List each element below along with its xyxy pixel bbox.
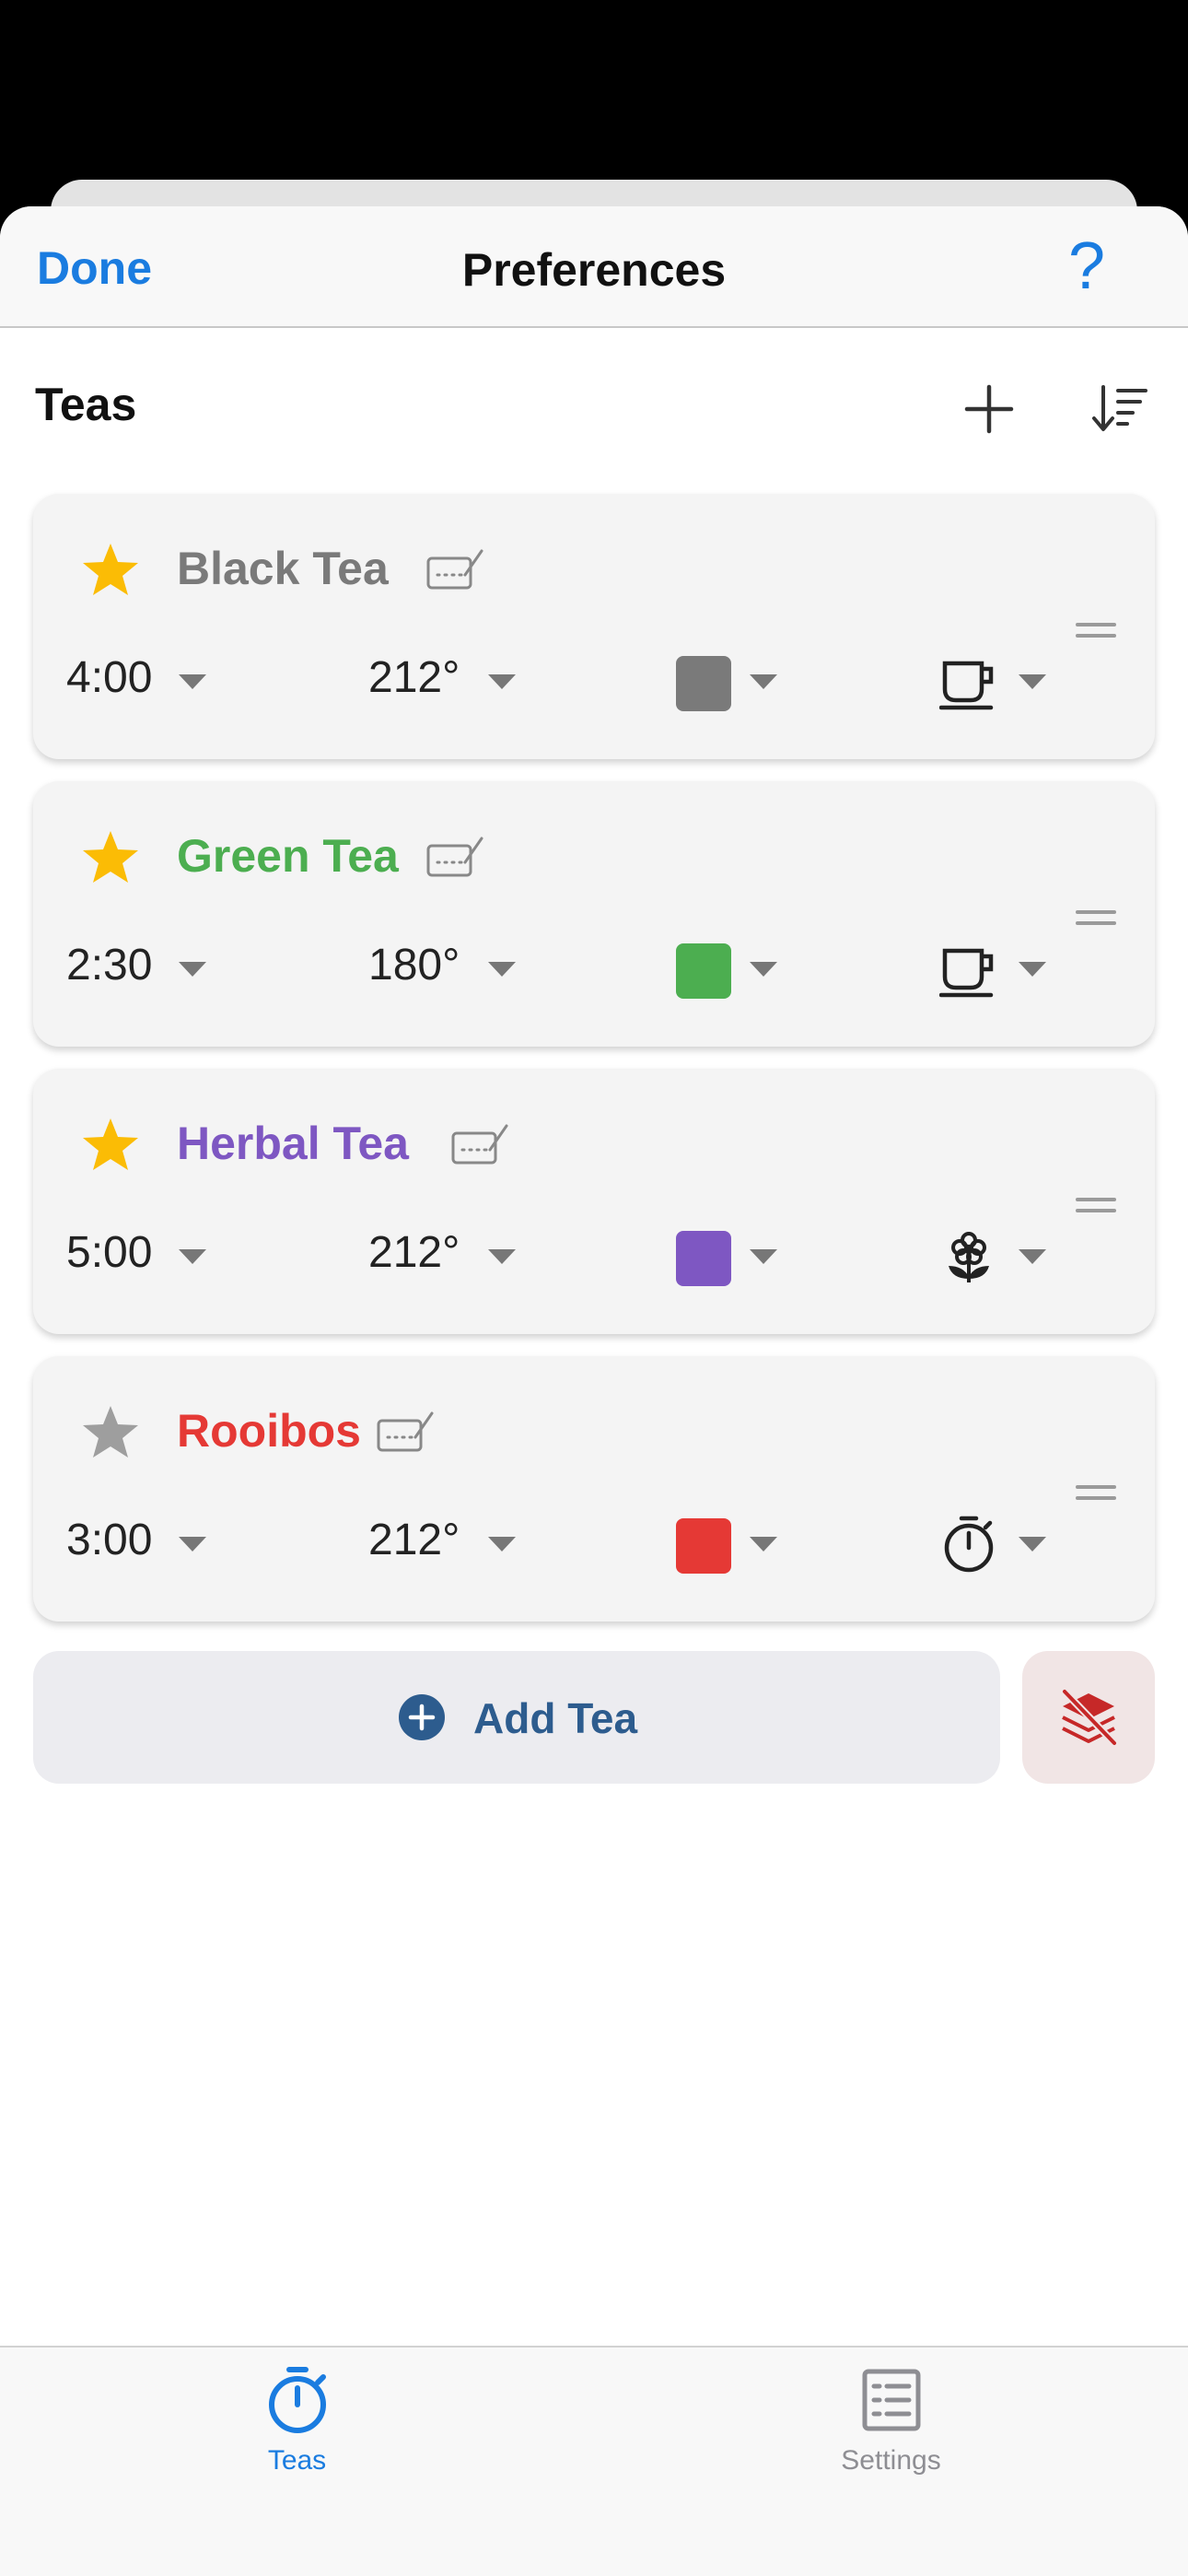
drag-handle-icon[interactable] — [1076, 1196, 1116, 1214]
chevron-down-icon[interactable] — [750, 1249, 777, 1264]
tab-teas[interactable]: Teas — [0, 2348, 594, 2576]
tab-settings[interactable]: Settings — [594, 2348, 1188, 2576]
flower-icon[interactable] — [939, 1227, 998, 1286]
chevron-down-icon[interactable] — [488, 1537, 516, 1551]
help-button[interactable]: ? — [1068, 228, 1105, 304]
temperature-dropdown[interactable] — [488, 781, 516, 1047]
chevron-down-icon[interactable] — [750, 1537, 777, 1551]
star-icon[interactable] — [81, 827, 140, 886]
star-icon[interactable] — [81, 1115, 140, 1174]
steep-time-dropdown[interactable] — [179, 1069, 206, 1334]
color-dropdown[interactable] — [750, 781, 777, 1047]
chevron-down-icon[interactable] — [750, 674, 777, 689]
temperature-dropdown[interactable] — [488, 1069, 516, 1334]
sort-icon[interactable] — [1090, 381, 1149, 437]
steep-time-value[interactable]: 3:00 — [66, 1515, 152, 1565]
color-swatch[interactable] — [676, 656, 731, 711]
chevron-down-icon[interactable] — [1019, 962, 1046, 977]
color-dropdown[interactable] — [750, 1356, 777, 1622]
type-dropdown[interactable] — [1019, 1069, 1046, 1334]
chevron-down-icon[interactable] — [1019, 674, 1046, 689]
cup-icon[interactable] — [939, 940, 998, 999]
drag-handle-icon[interactable] — [1076, 621, 1116, 639]
chevron-down-icon[interactable] — [1019, 1249, 1046, 1264]
plus-icon[interactable] — [961, 381, 1017, 437]
star-icon[interactable] — [81, 1402, 140, 1461]
cup-icon[interactable] — [939, 652, 998, 711]
chevron-down-icon[interactable] — [488, 674, 516, 689]
tea-card: Rooibos 3:00 212° — [33, 1356, 1155, 1622]
type-dropdown[interactable] — [1019, 494, 1046, 759]
steep-time-dropdown[interactable] — [179, 781, 206, 1047]
chevron-down-icon[interactable] — [179, 962, 206, 977]
add-tea-button[interactable]: Add Tea — [33, 1651, 1000, 1784]
preferences-sheet: Done Preferences ? Teas Black Tea 4:00 212… — [0, 206, 1188, 2576]
navigation-bar: Done Preferences ? — [0, 206, 1188, 328]
color-dropdown[interactable] — [750, 1069, 777, 1334]
steep-time-value[interactable]: 2:30 — [66, 940, 152, 990]
steep-time-value[interactable]: 5:00 — [66, 1227, 152, 1278]
temperature-dropdown[interactable] — [488, 1356, 516, 1622]
star-icon[interactable] — [81, 540, 140, 599]
chevron-down-icon[interactable] — [179, 1249, 206, 1264]
list-icon — [862, 2369, 921, 2431]
chevron-down-icon[interactable] — [179, 674, 206, 689]
chevron-down-icon[interactable] — [1019, 1537, 1046, 1551]
tea-name: Herbal Tea — [177, 1118, 409, 1169]
timer-icon[interactable] — [939, 1515, 998, 1574]
edit-name-icon[interactable] — [426, 835, 483, 881]
tea-name: Black Tea — [177, 543, 389, 594]
temperature-value[interactable]: 212° — [368, 1227, 460, 1278]
add-tea-label: Add Tea — [473, 1694, 638, 1742]
type-dropdown[interactable] — [1019, 781, 1046, 1047]
page-title: Preferences — [461, 244, 727, 296]
plus-circle-icon — [399, 1694, 445, 1740]
temperature-value[interactable]: 212° — [368, 652, 460, 703]
steep-time-value[interactable]: 4:00 — [66, 652, 152, 703]
color-swatch[interactable] — [676, 1518, 731, 1574]
temperature-value[interactable]: 180° — [368, 940, 460, 990]
chevron-down-icon[interactable] — [488, 1249, 516, 1264]
color-dropdown[interactable] — [750, 494, 777, 759]
edit-name-icon[interactable] — [426, 547, 483, 593]
steep-time-dropdown[interactable] — [179, 1356, 206, 1622]
edit-name-icon[interactable] — [377, 1410, 434, 1456]
type-dropdown[interactable] — [1019, 1356, 1046, 1622]
tea-card: Green Tea 2:30 180° — [33, 781, 1155, 1047]
stack-slash-icon — [1061, 1688, 1118, 1747]
color-swatch[interactable] — [676, 1231, 731, 1286]
delete-all-button[interactable] — [1022, 1651, 1155, 1784]
temperature-value[interactable]: 212° — [368, 1515, 460, 1565]
tea-card: Herbal Tea 5:00 212° — [33, 1069, 1155, 1334]
drag-handle-icon[interactable] — [1076, 1483, 1116, 1502]
tea-card: Black Tea 4:00 212° — [33, 494, 1155, 759]
chevron-down-icon[interactable] — [179, 1537, 206, 1551]
chevron-down-icon[interactable] — [750, 962, 777, 977]
temperature-dropdown[interactable] — [488, 494, 516, 759]
tab-teas-label: Teas — [267, 2445, 327, 2476]
drag-handle-icon[interactable] — [1076, 908, 1116, 927]
tab-settings-label: Settings — [841, 2445, 941, 2476]
chevron-down-icon[interactable] — [488, 962, 516, 977]
section-title: Teas — [35, 379, 137, 430]
steep-time-dropdown[interactable] — [179, 494, 206, 759]
color-swatch[interactable] — [676, 943, 731, 999]
tab-bar: Teas Settings — [0, 2346, 1188, 2576]
timer-icon — [269, 2367, 326, 2433]
tea-name: Green Tea — [177, 830, 399, 882]
